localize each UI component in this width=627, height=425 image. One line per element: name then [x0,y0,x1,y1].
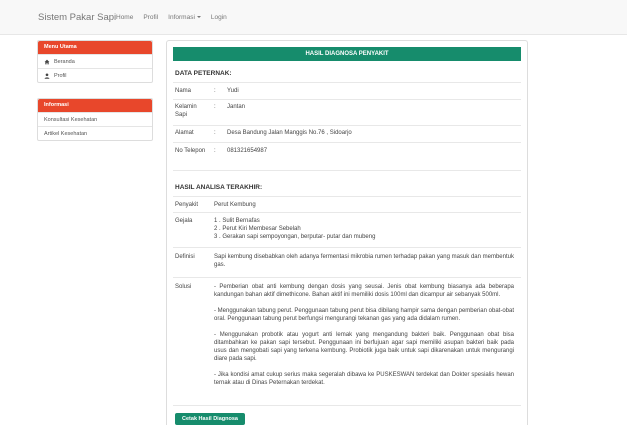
gejala-label: Gejala [175,218,193,224]
solusi-paragraph-3: - Menggunakan probotik atau yogurt anti … [214,332,514,362]
field-label-nama: Nama [175,88,192,94]
analysis-title: HASIL ANALISA TERAKHIR: [175,184,263,191]
divider [173,196,521,197]
colon: : [214,104,216,110]
sidebar-item-artikel[interactable]: Artikel Kesehatan [38,126,152,140]
result-header: HASIL DIAGNOSA PENYAKIT [173,47,521,61]
brand-title[interactable]: Sistem Pakar Sapi [38,12,116,23]
field-value-kelamin: Jantan [227,104,246,110]
solusi-label: Solusi [175,284,192,290]
divider [173,212,521,213]
gejala-item-3: 3 . Gerakan sapi sempoyongan, berputar- … [214,234,376,240]
divider [173,405,521,406]
divider [173,125,521,126]
home-icon [44,59,50,64]
data-peternak-title: DATA PETERNAK: [175,70,232,77]
colon: : [214,130,216,136]
nav-links: Home Profil Informasi Login [116,14,227,21]
field-value-telepon: 081321654987 [227,148,268,154]
nav-link-informasi[interactable]: Informasi [168,14,201,21]
field-value-alamat: Desa Bandung Jalan Manggis No.76 , Sidoa… [227,130,352,136]
field-label-telepon: No Telepon [175,148,206,154]
sidebar-item-label: Profil [54,72,67,79]
field-value-nama: Yudi [227,88,239,94]
nav-link-login[interactable]: Login [211,14,227,21]
definisi-text: Sapi kembung disebabkan oleh adanya ferm… [214,254,514,268]
divider [173,170,521,171]
field-label-alamat: Alamat [175,130,194,136]
divider [173,247,521,248]
sidebar-item-beranda[interactable]: Beranda [38,54,152,68]
sidebar-menu-utama: Menu Utama Beranda Profil [37,40,153,83]
definisi-label: Definisi [175,254,195,260]
sidebar-menu-title: Menu Utama [38,41,152,54]
divider [173,142,521,143]
sidebar-informasi: Informasi Konsultasi Kesehatan Artikel K… [37,98,153,141]
diagnosis-panel: HASIL DIAGNOSA PENYAKIT DATA PETERNAK: N… [166,40,528,425]
sidebar-item-konsultasi[interactable]: Konsultasi Kesehatan [38,112,152,126]
navbar: Sistem Pakar Sapi Home Profil Informasi … [0,0,627,35]
caret-down-icon [196,16,201,19]
colon: : [214,148,216,154]
divider [173,82,521,83]
solusi-paragraph-4: - Jika kondisi amat cukup serius maka se… [214,372,514,386]
solusi-paragraph-1: - Pemberian obat anti kembung dengan dos… [214,284,514,298]
nav-link-profil[interactable]: Profil [143,14,158,21]
print-diagnosis-button[interactable]: Cetak Hasil Diagnosa [175,413,245,425]
divider [173,99,521,100]
sidebar-item-label: Beranda [54,58,75,65]
field-label-kelamin: Kelamin Sapi [175,104,197,118]
gejala-item-1: 1 . Sulit Bernafas [214,218,260,224]
solusi-paragraph-2: - Menggunakan tabung perut. Penggunaan t… [214,308,514,322]
sidebar-item-profil[interactable]: Profil [38,68,152,82]
penyakit-label: Penyakit [175,202,199,208]
gejala-item-2: 2 . Perut Kiri Membesar Sebelah [214,226,301,232]
sidebar-info-title: Informasi [38,99,152,112]
nav-link-informasi-label: Informasi [168,14,195,21]
colon: : [214,88,216,94]
divider [173,277,521,278]
nav-link-home[interactable]: Home [116,14,133,21]
penyakit-value: Perut Kembung [214,202,256,208]
user-icon [44,72,50,79]
